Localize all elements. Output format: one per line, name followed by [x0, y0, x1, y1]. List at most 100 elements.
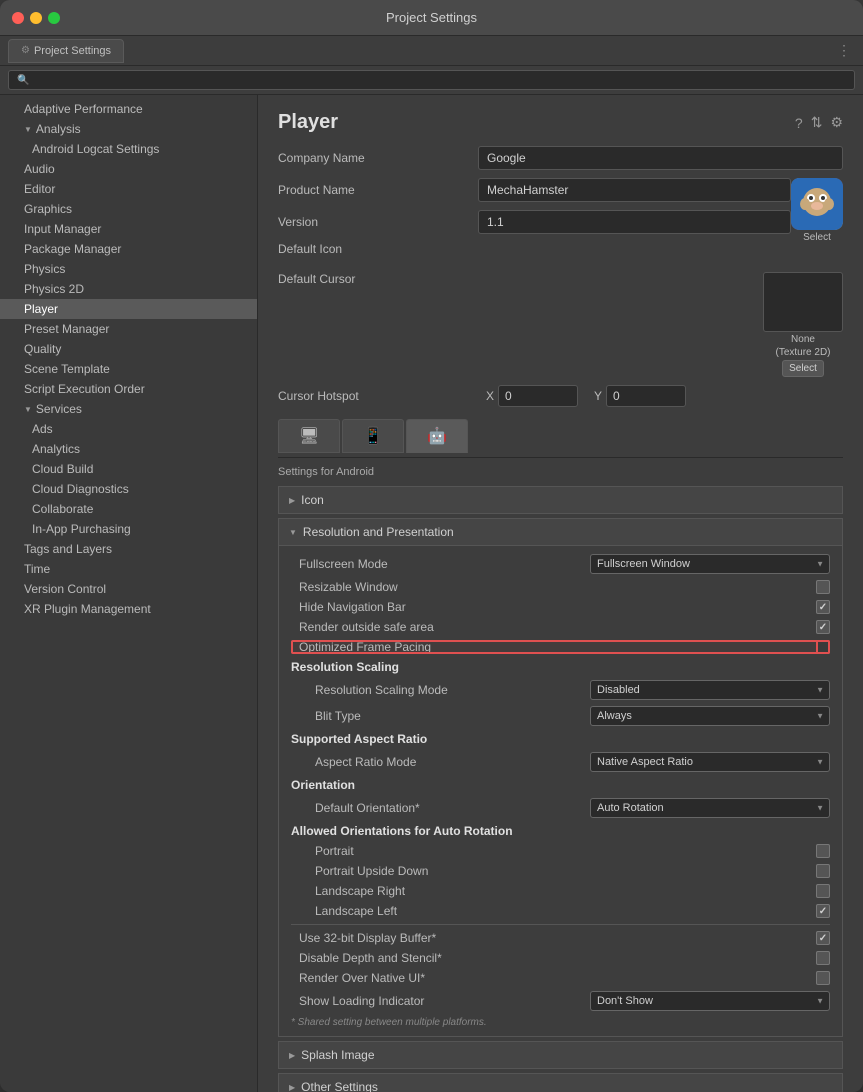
splash-triangle: ▶: [289, 1051, 295, 1060]
sidebar-item-version-control[interactable]: Version Control: [0, 579, 257, 599]
use-32bit-checkbox[interactable]: [816, 931, 830, 945]
layout-icon[interactable]: ⇅: [811, 114, 823, 131]
sidebar-item-physics[interactable]: Physics: [0, 259, 257, 279]
use-32bit-label: Use 32-bit Display Buffer*: [291, 931, 816, 945]
loading-indicator-label: Show Loading Indicator: [291, 994, 590, 1008]
landscape-left-row: Landscape Left: [291, 904, 830, 918]
search-input[interactable]: [33, 74, 846, 86]
blit-type-select[interactable]: Always Never Auto: [590, 706, 830, 726]
optimized-frame-checkbox[interactable]: [816, 640, 830, 654]
render-native-checkbox[interactable]: [816, 971, 830, 985]
fullscreen-mode-label: Fullscreen Mode: [291, 557, 590, 571]
platform-tab-web[interactable]: 📱: [342, 419, 404, 453]
disable-depth-row: Disable Depth and Stencil*: [291, 951, 830, 965]
close-button[interactable]: [12, 12, 24, 24]
product-name-input[interactable]: [478, 178, 791, 202]
icon-section-header[interactable]: ▶ Icon: [278, 486, 843, 514]
scaling-mode-select[interactable]: Disabled Fixed DPI: [590, 680, 830, 700]
portrait-upside-down-label: Portrait Upside Down: [307, 864, 816, 878]
portrait-upside-down-checkbox[interactable]: [816, 864, 830, 878]
loading-indicator-select[interactable]: Don't Show Large Inversed Large Small In…: [590, 991, 830, 1011]
company-name-input[interactable]: [478, 146, 843, 170]
disable-depth-checkbox[interactable]: [816, 951, 830, 965]
resizable-window-checkbox[interactable]: [816, 580, 830, 594]
resolution-section-header[interactable]: ▼ Resolution and Presentation: [278, 518, 843, 546]
sidebar-item-quality[interactable]: Quality: [0, 339, 257, 359]
page-title: Player: [278, 111, 338, 134]
orientation-header: Orientation: [291, 778, 830, 792]
cursor-hotspot-label: Cursor Hotspot: [278, 389, 478, 403]
allowed-orientations-header: Allowed Orientations for Auto Rotation: [291, 824, 830, 838]
sidebar-item-physics-2d[interactable]: Physics 2D: [0, 279, 257, 299]
sidebar-item-audio[interactable]: Audio: [0, 159, 257, 179]
optimized-frame-row: Optimized Frame Pacing: [291, 640, 830, 654]
landscape-right-checkbox[interactable]: [816, 884, 830, 898]
sidebar: Adaptive Performance ▼ Analysis Android …: [0, 95, 258, 1092]
sidebar-item-services[interactable]: ▼ Services: [0, 399, 257, 419]
cursor-preview: [763, 272, 843, 332]
landscape-left-checkbox[interactable]: [816, 904, 830, 918]
sidebar-item-script-execution[interactable]: Script Execution Order: [0, 379, 257, 399]
resolution-scaling-header-row: Resolution Scaling: [291, 660, 830, 674]
minimize-button[interactable]: [30, 12, 42, 24]
sidebar-item-player[interactable]: Player: [0, 299, 257, 319]
version-input[interactable]: [478, 210, 791, 234]
sidebar-item-tags-and-layers[interactable]: Tags and Layers: [0, 539, 257, 559]
cursor-type-label: (Texture 2D): [775, 347, 830, 358]
sidebar-item-scene-template[interactable]: Scene Template: [0, 359, 257, 379]
tab-more-icon[interactable]: ⋮: [837, 42, 855, 59]
portrait-checkbox[interactable]: [816, 844, 830, 858]
sidebar-item-input-manager[interactable]: Input Manager: [0, 219, 257, 239]
sidebar-item-in-app-purchasing[interactable]: In-App Purchasing: [0, 519, 257, 539]
hotspot-x-input[interactable]: [498, 385, 578, 407]
project-settings-tab[interactable]: ⚙ Project Settings: [8, 39, 124, 63]
settings-for-label: Settings for Android: [278, 466, 843, 478]
default-orientation-select-wrap: Auto Rotation Portrait Portrait Upside D…: [590, 798, 830, 818]
tab-label: Project Settings: [34, 45, 111, 57]
sidebar-item-time[interactable]: Time: [0, 559, 257, 579]
platform-tab-standalone[interactable]: 🖥: [278, 419, 340, 453]
sidebar-item-xr-plugin[interactable]: XR Plugin Management: [0, 599, 257, 619]
window: Project Settings ⚙ Project Settings ⋮ 🔍 …: [0, 0, 863, 1092]
company-name-label: Company Name: [278, 151, 478, 165]
blit-type-label: Blit Type: [307, 709, 590, 723]
sidebar-item-cloud-diagnostics[interactable]: Cloud Diagnostics: [0, 479, 257, 499]
fullscreen-mode-select[interactable]: Fullscreen Window Windowed Maximized Win…: [590, 554, 830, 574]
search-wrap: 🔍: [8, 70, 855, 90]
hide-nav-label: Hide Navigation Bar: [291, 600, 816, 614]
render-outside-checkbox[interactable]: [816, 620, 830, 634]
sidebar-item-android-logcat[interactable]: Android Logcat Settings: [0, 139, 257, 159]
hotspot-y-axis-label: Y: [594, 389, 602, 403]
sidebar-item-analysis[interactable]: ▼ Analysis: [0, 119, 257, 139]
splash-section-label: Splash Image: [301, 1048, 374, 1062]
help-icon[interactable]: ?: [795, 115, 803, 131]
hide-nav-checkbox[interactable]: [816, 600, 830, 614]
other-section-header[interactable]: ▶ Other Settings: [278, 1073, 843, 1092]
aspect-ratio-mode-label: Aspect Ratio Mode: [307, 755, 590, 769]
sidebar-item-graphics[interactable]: Graphics: [0, 199, 257, 219]
sidebar-item-preset-manager[interactable]: Preset Manager: [0, 319, 257, 339]
platform-tab-android[interactable]: 🤖: [406, 419, 468, 453]
icon-area: Select: [791, 178, 843, 243]
maximize-button[interactable]: [48, 12, 60, 24]
hide-nav-row: Hide Navigation Bar: [291, 600, 830, 614]
splash-section-header[interactable]: ▶ Splash Image: [278, 1041, 843, 1069]
sidebar-item-ads[interactable]: Ads: [0, 419, 257, 439]
loading-indicator-select-wrap: Don't Show Large Inversed Large Small In…: [590, 991, 830, 1011]
version-label: Version: [278, 215, 478, 229]
sidebar-item-editor[interactable]: Editor: [0, 179, 257, 199]
aspect-ratio-select[interactable]: Native Aspect Ratio Custom Aspect Ratio: [590, 752, 830, 772]
fullscreen-mode-row: Fullscreen Mode Fullscreen Window Window…: [291, 554, 830, 574]
hotspot-y-input[interactable]: [606, 385, 686, 407]
tab-bar: ⚙ Project Settings ⋮: [0, 36, 863, 66]
sidebar-item-cloud-build[interactable]: Cloud Build: [0, 459, 257, 479]
sidebar-item-adaptive-performance[interactable]: Adaptive Performance: [0, 99, 257, 119]
cursor-area: None (Texture 2D) Select: [763, 272, 843, 377]
sidebar-item-collaborate[interactable]: Collaborate: [0, 499, 257, 519]
search-icon: 🔍: [17, 75, 29, 86]
sidebar-item-analytics[interactable]: Analytics: [0, 439, 257, 459]
default-orientation-select[interactable]: Auto Rotation Portrait Portrait Upside D…: [590, 798, 830, 818]
sidebar-item-package-manager[interactable]: Package Manager: [0, 239, 257, 259]
cursor-select-button[interactable]: Select: [782, 360, 824, 377]
settings-icon[interactable]: ⚙: [830, 114, 843, 131]
